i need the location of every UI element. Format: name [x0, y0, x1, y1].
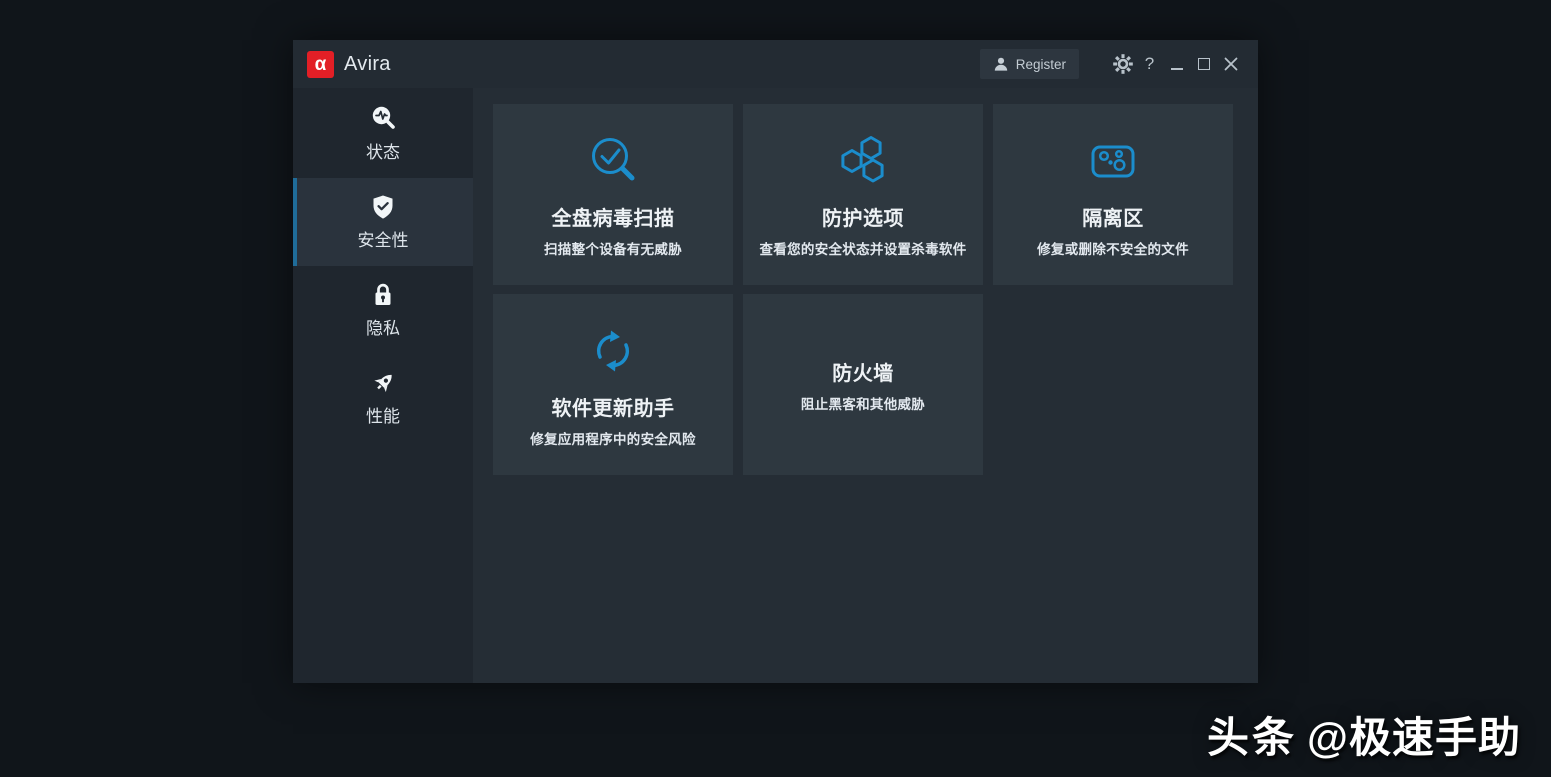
- tile-title: 隔离区: [1082, 202, 1144, 231]
- settings-button[interactable]: [1109, 49, 1136, 79]
- tile-subtitle: 修复应用程序中的安全风险: [530, 428, 696, 448]
- sidebar-item-label: 隐私: [366, 314, 400, 339]
- content-area: 全盘病毒扫描 扫描整个设备有无威胁 防护选项 查看您的安全状态并设置杀毒软件: [473, 88, 1258, 683]
- tile-full-scan[interactable]: 全盘病毒扫描 扫描整个设备有无威胁: [493, 104, 733, 285]
- close-icon: [1222, 55, 1240, 73]
- help-icon: ?: [1145, 55, 1154, 72]
- brand-name: Avira: [344, 53, 391, 76]
- tile-title: 全盘病毒扫描: [552, 202, 675, 231]
- sidebar-nav: 状态 安全性: [293, 88, 473, 442]
- performance-rocket-icon: [370, 370, 397, 396]
- register-label: Register: [1016, 57, 1066, 72]
- tile-protection-options[interactable]: 防护选项 查看您的安全状态并设置杀毒软件: [743, 104, 983, 285]
- register-button[interactable]: Register: [980, 49, 1079, 79]
- security-shield-icon: [370, 194, 396, 220]
- privacy-lock-icon: [370, 282, 396, 308]
- tile-subtitle: 扫描整个设备有无威胁: [544, 238, 682, 258]
- sidebar-item-privacy[interactable]: 隐私: [293, 266, 473, 354]
- tile-title: 软件更新助手: [552, 392, 675, 421]
- tile-firewall[interactable]: 防火墙 阻止黑客和其他威胁: [743, 294, 983, 475]
- maximize-icon: [1198, 58, 1210, 70]
- user-icon: [993, 56, 1009, 72]
- minimize-icon: [1171, 68, 1183, 70]
- tile-quarantine[interactable]: 隔离区 修复或删除不安全的文件: [993, 104, 1233, 285]
- scan-magnifier-check-icon: [585, 132, 641, 190]
- sidebar-item-label: 性能: [366, 402, 400, 427]
- sidebar-item-performance[interactable]: 性能: [293, 354, 473, 442]
- quarantine-box-icon: [1085, 132, 1141, 190]
- sidebar-item-label: 安全性: [358, 226, 409, 251]
- sidebar-item-label: 状态: [366, 138, 400, 163]
- tile-software-updater[interactable]: 软件更新助手 修复应用程序中的安全风险: [493, 294, 733, 475]
- sidebar-item-status[interactable]: 状态: [293, 90, 473, 178]
- tile-subtitle: 阻止黑客和其他威胁: [801, 393, 925, 413]
- tile-grid: 全盘病毒扫描 扫描整个设备有无威胁 防护选项 查看您的安全状态并设置杀毒软件: [493, 104, 1233, 475]
- close-button[interactable]: [1217, 49, 1244, 79]
- protection-hexagons-icon: [835, 132, 891, 190]
- gear-icon: [1112, 53, 1134, 75]
- avira-window: α Avira Register: [293, 40, 1258, 683]
- minimize-button[interactable]: [1163, 49, 1190, 79]
- tile-title: 防护选项: [822, 202, 904, 231]
- help-button[interactable]: ?: [1136, 49, 1163, 79]
- tile-subtitle: 修复或删除不安全的文件: [1037, 238, 1189, 258]
- status-magnifier-pulse-icon: [370, 106, 397, 132]
- tile-subtitle: 查看您的安全状态并设置杀毒软件: [760, 238, 967, 258]
- maximize-button[interactable]: [1190, 49, 1217, 79]
- sidebar: 状态 安全性: [293, 88, 473, 683]
- watermark-brand: 头条: [1207, 714, 1297, 761]
- updater-refresh-icon: [585, 322, 641, 380]
- sidebar-item-security[interactable]: 安全性: [293, 178, 473, 266]
- tile-title: 防火墙: [832, 357, 894, 386]
- watermark-handle: @极速手助: [1307, 714, 1521, 761]
- titlebar: α Avira Register: [293, 40, 1258, 88]
- avira-logo-icon: α: [307, 51, 334, 78]
- brand: α Avira: [307, 51, 391, 78]
- titlebar-controls: Register: [980, 49, 1244, 79]
- watermark: 头条@极速手助: [1207, 715, 1521, 761]
